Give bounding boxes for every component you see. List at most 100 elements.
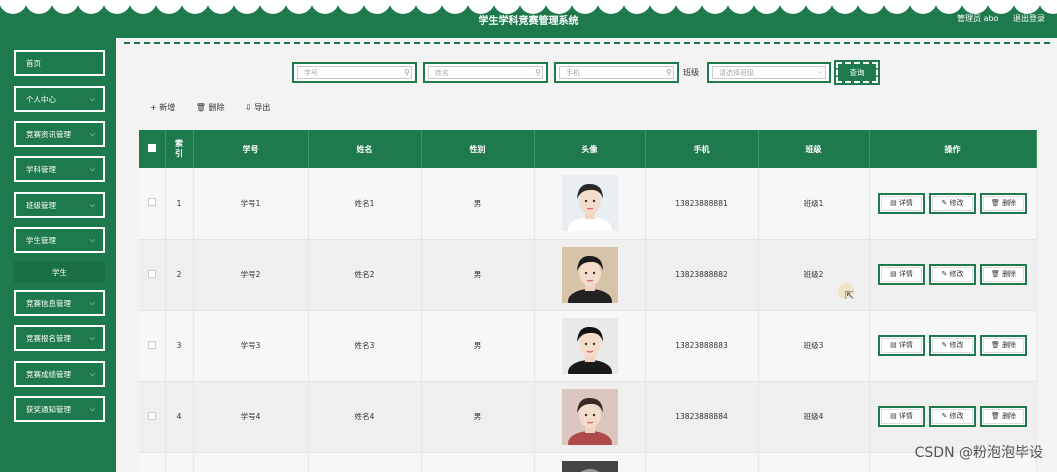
- sidebar-item[interactable]: 班级管理 ⌵: [14, 192, 105, 218]
- chevron-down-icon: ⌵: [89, 298, 95, 307]
- edit-button[interactable]: ✎ 修改: [929, 264, 976, 285]
- chevron-down-icon: ⌵: [89, 404, 95, 413]
- phone-input[interactable]: 手机: [559, 66, 674, 79]
- detail-icon: ▤: [890, 198, 899, 207]
- sidebar-item[interactable]: 竞赛成绩管理 ⌵: [14, 361, 105, 387]
- sidebar-item[interactable]: 竞赛信息管理 ⌵: [14, 290, 105, 316]
- table-row[interactable]: 3 学号3 姓名3 男 13823888883 班级3 ▤ 详情 ✎ 修改 🗑 删除: [139, 310, 1037, 382]
- chevron-down-icon: ⌵: [89, 200, 95, 209]
- col-index: 索引: [165, 130, 194, 168]
- cell-class: 班级4: [758, 381, 870, 453]
- name-input[interactable]: 姓名: [428, 66, 543, 79]
- delete-button[interactable]: 🗑 删除: [980, 406, 1027, 427]
- cell-name: 姓名2: [308, 239, 422, 311]
- cell-index: 3: [165, 310, 194, 382]
- phone-search[interactable]: 手机 ⚲: [554, 62, 679, 83]
- sidebar-item[interactable]: 获奖通知管理 ⌵: [14, 396, 105, 422]
- cell-gender: 男: [421, 239, 535, 311]
- table-row[interactable]: 1 学号1 姓名1 男 13823888881 班级1 ▤ 详情 ✎ 修改 🗑 删除: [139, 168, 1037, 240]
- sidebar-item[interactable]: 首页: [14, 50, 105, 76]
- sidebar-item-label: 学科管理: [26, 164, 56, 174]
- search-icon: ⚲: [404, 68, 410, 77]
- app-title: 学生学科竞赛管理系统: [478, 16, 579, 27]
- cell-avatar: [534, 168, 646, 240]
- watermark: CSDN @粉泡泡毕设: [914, 445, 1043, 461]
- sidebar-item[interactable]: 竞赛资讯管理 ⌵: [14, 121, 105, 147]
- row-checkbox[interactable]: [139, 381, 166, 453]
- edit-icon: ✎: [941, 341, 950, 349]
- detail-button[interactable]: ▤ 详情: [878, 192, 925, 214]
- table-header-row: 索引 学号 姓名 性别 头像 手机 班级 操作: [139, 130, 1037, 168]
- row-checkbox[interactable]: [139, 310, 166, 382]
- add-button[interactable]: + 新增: [150, 103, 175, 112]
- cell-student-no: 学号4: [193, 381, 309, 453]
- batch-delete-button[interactable]: 🗑 删除: [196, 103, 225, 112]
- detail-button[interactable]: ▤ 详情: [878, 406, 925, 427]
- row-checkbox[interactable]: [139, 239, 166, 311]
- row-checkbox[interactable]: [139, 168, 166, 240]
- class-select[interactable]: 请选择班级 ⌵: [707, 62, 831, 83]
- cell-index: 2: [165, 239, 194, 311]
- search-icon: ⚲: [666, 68, 672, 77]
- detail-icon: ▤: [890, 412, 899, 420]
- edit-button[interactable]: ✎ 修改: [929, 335, 976, 356]
- chevron-down-icon: ⌵: [89, 235, 95, 244]
- cell-gender: 男: [421, 168, 535, 240]
- cell-class: 班级3: [758, 310, 870, 382]
- cell-avatar: [534, 381, 646, 453]
- cell-gender: 男: [421, 310, 535, 382]
- sidebar-item[interactable]: 学生管理 ⌵: [14, 227, 105, 253]
- current-user: 管理员 abo: [957, 14, 999, 23]
- export-button[interactable]: ⇩ 导出: [245, 103, 270, 112]
- class-select-value[interactable]: 请选择班级: [712, 66, 826, 79]
- col-phone: 手机: [645, 130, 759, 168]
- dashed-divider: [124, 42, 1050, 44]
- edit-button[interactable]: ✎ 修改: [929, 406, 976, 427]
- chevron-down-icon: ⌵: [89, 333, 95, 342]
- trash-icon: 🗑: [990, 198, 1003, 207]
- detail-icon: ▤: [890, 270, 899, 278]
- select-all-checkbox[interactable]: [139, 130, 166, 168]
- query-button[interactable]: 查询: [834, 60, 880, 85]
- chevron-down-icon: ⌵: [89, 369, 95, 378]
- detail-button[interactable]: ▤ 详情: [878, 264, 925, 285]
- delete-button[interactable]: 🗑 删除: [980, 264, 1027, 285]
- table-row[interactable]: 2 学号2 姓名2 男 13823888882 班级2 ▤ 详情 ✎ 修改 🗑 删除: [139, 239, 1037, 311]
- class-label: 班级: [683, 68, 699, 77]
- cell-index: 4: [165, 381, 194, 453]
- sidebar-item[interactable]: 竞赛报名管理 ⌵: [14, 325, 105, 351]
- edit-button[interactable]: ✎ 修改: [929, 192, 976, 214]
- sidebar-item[interactable]: 学科管理 ⌵: [14, 156, 105, 182]
- logout-link[interactable]: 退出登录: [1013, 14, 1045, 23]
- detail-button[interactable]: ▤ 详情: [878, 335, 925, 356]
- delete-button[interactable]: 🗑 删除: [980, 192, 1027, 214]
- table-row[interactable]: [139, 452, 1037, 472]
- sidebar-item-label: 学生管理: [26, 235, 56, 245]
- sidebar-item-label: 获奖通知管理: [26, 404, 71, 414]
- cell-name: 姓名4: [308, 381, 422, 453]
- delete-button[interactable]: 🗑 删除: [980, 335, 1027, 356]
- col-avatar: 头像: [534, 130, 646, 168]
- cell-phone: 13823888881: [645, 168, 759, 240]
- student-no-input[interactable]: 学号: [297, 66, 412, 79]
- cell-actions: ▤ 详情 ✎ 修改 🗑 删除: [869, 310, 1037, 382]
- edit-icon: ✎: [941, 270, 950, 278]
- chevron-down-icon: ⌵: [89, 129, 95, 138]
- sidebar-item-label: 首页: [26, 58, 41, 68]
- sidebar-item[interactable]: 个人中心 ⌵: [14, 86, 105, 112]
- name-search[interactable]: 姓名 ⚲: [423, 62, 548, 83]
- cell-student-no: 学号1: [193, 168, 309, 240]
- table-row[interactable]: 4 学号4 姓名4 男 13823888884 班级4 ▤ 详情 ✎ 修改 🗑 删除: [139, 381, 1037, 453]
- edit-icon: ✎: [941, 198, 950, 207]
- sidebar-item-label: 竞赛信息管理: [26, 298, 71, 308]
- cell-student-no: 学号3: [193, 310, 309, 382]
- chevron-down-icon: ⌵: [89, 164, 95, 173]
- trash-icon: 🗑: [990, 412, 1003, 420]
- cell-phone: 13823888884: [645, 381, 759, 453]
- sidebar-item-label: 竞赛成绩管理: [26, 369, 71, 379]
- sidebar-subitem-student[interactable]: 学生: [14, 261, 105, 283]
- cell-actions: ▤ 详情 ✎ 修改 🗑 删除: [869, 239, 1037, 311]
- cell-phone: 13823888883: [645, 310, 759, 382]
- cell-name: 姓名1: [308, 168, 422, 240]
- student-no-search[interactable]: 学号 ⚲: [292, 62, 417, 83]
